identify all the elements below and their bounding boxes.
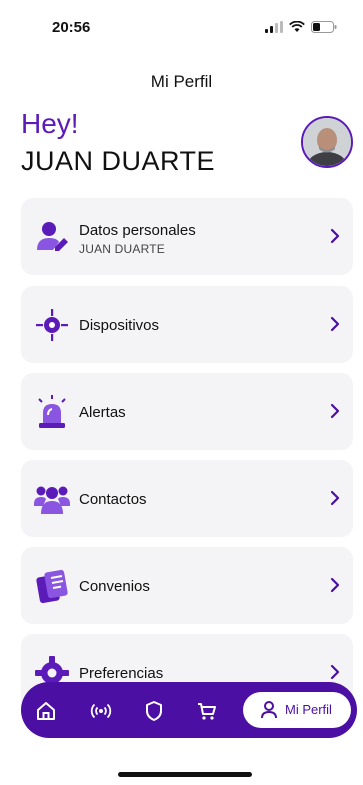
- menu-item-datos-personales[interactable]: Datos personales JUAN DUARTE: [21, 198, 353, 275]
- menu-item-sublabel: JUAN DUARTE: [79, 242, 165, 256]
- broadcast-icon[interactable]: [90, 700, 112, 722]
- menu-item-label: Preferencias: [79, 665, 164, 682]
- cart-icon[interactable]: [196, 700, 218, 722]
- menu-item-label: Alertas: [79, 404, 126, 421]
- chevron-right-icon: [330, 316, 340, 332]
- chevron-right-icon: [330, 577, 340, 593]
- menu-item-dispositivos[interactable]: Dispositivos: [21, 286, 353, 363]
- chevron-right-icon: [330, 228, 340, 244]
- menu-item-label: Dispositivos: [79, 317, 160, 334]
- chevron-right-icon: [330, 490, 340, 506]
- chevron-right-icon: [330, 403, 340, 419]
- menu-item-label: Datos personales: [79, 222, 196, 239]
- status-time: 20:56: [52, 19, 91, 36]
- menu-item-label: Contactos: [79, 491, 147, 508]
- avatar[interactable]: [301, 116, 353, 168]
- battery-icon: [311, 21, 337, 33]
- home-indicator: [118, 772, 252, 777]
- user-edit-icon: [37, 222, 68, 251]
- home-icon[interactable]: [35, 700, 57, 722]
- menu-item-alertas[interactable]: Alertas: [21, 373, 353, 450]
- bottom-nav: Mi Perfil: [21, 682, 357, 738]
- greeting-text: Hey!: [21, 108, 79, 139]
- menu-item-contactos[interactable]: Contactos: [21, 460, 353, 537]
- nav-active-label: Mi Perfil: [285, 702, 332, 717]
- page-title: Mi Perfil: [150, 72, 213, 91]
- nav-tab-mi-perfil[interactable]: Mi Perfil: [243, 692, 351, 728]
- menu-item-label: Convenios: [79, 578, 150, 595]
- wifi-icon: [289, 21, 305, 32]
- status-icons: [265, 21, 337, 33]
- group-icon: [34, 486, 70, 514]
- menu-item-convenios[interactable]: Convenios: [21, 547, 353, 624]
- person-icon: [261, 701, 277, 719]
- chevron-right-icon: [330, 664, 340, 680]
- avatar-photo: [303, 118, 351, 166]
- siren-icon: [38, 395, 66, 428]
- status-bar: 20:56: [0, 0, 363, 56]
- document-icon: [36, 569, 68, 604]
- user-name: JUAN DUARTE: [21, 146, 216, 176]
- shield-icon[interactable]: [143, 700, 165, 722]
- device-target-icon: [36, 309, 68, 341]
- signal-icon: [265, 21, 283, 33]
